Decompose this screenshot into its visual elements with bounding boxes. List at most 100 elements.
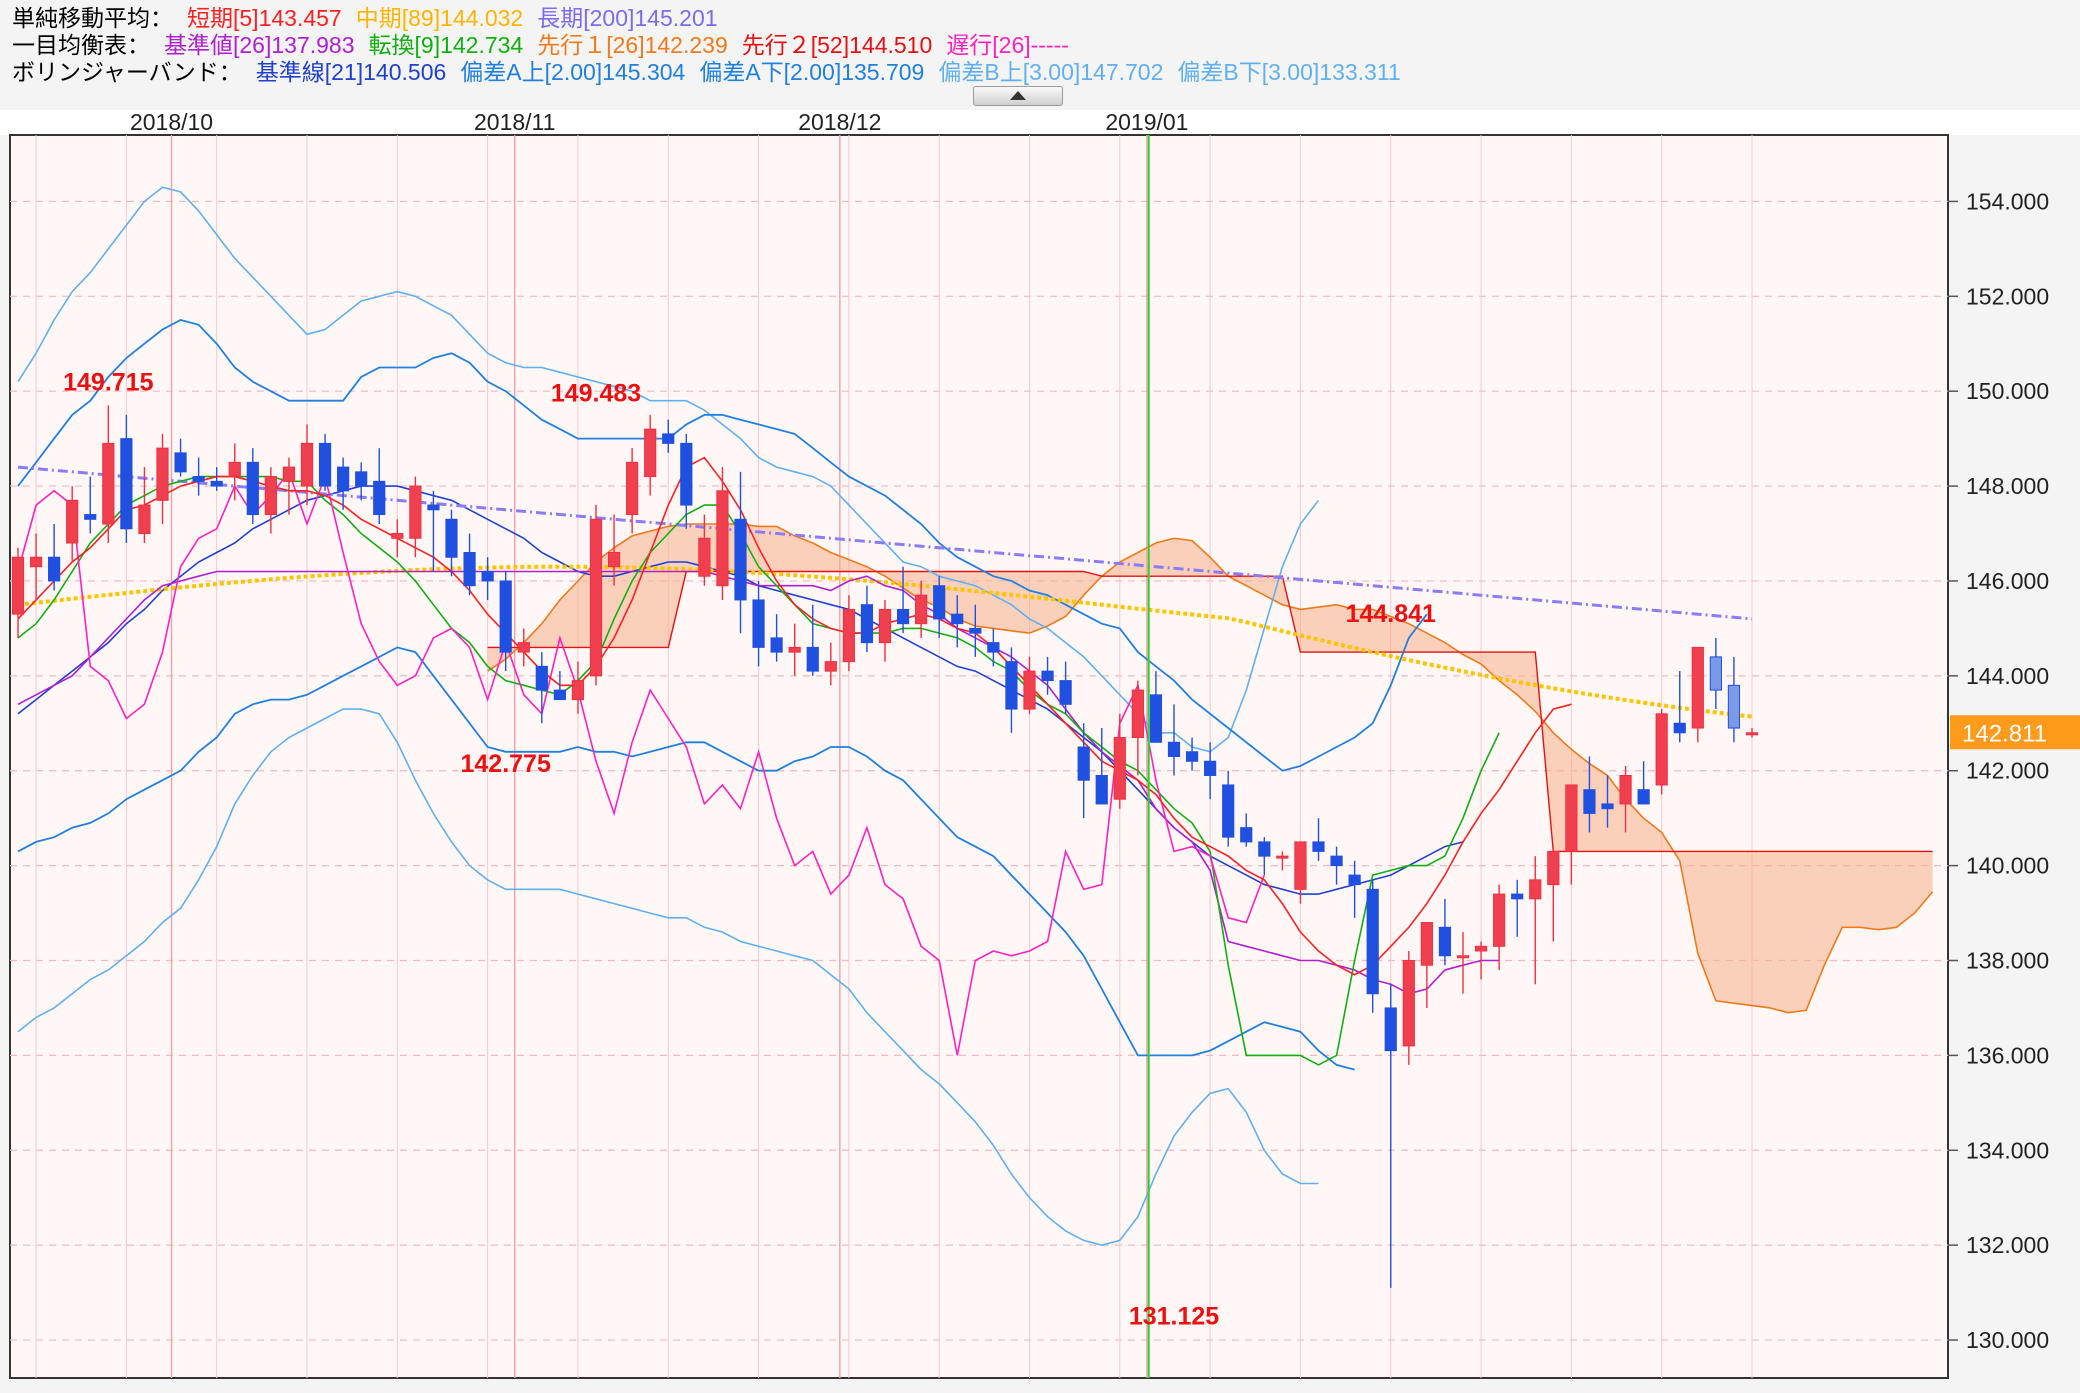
candle-up [1529,879,1542,900]
current-price-label: 142.811 [1962,720,2047,747]
candle-up [607,551,621,568]
candle-up [11,556,25,615]
candle-down [951,613,964,625]
candle-up [1402,960,1415,1047]
candle-up [1691,646,1704,729]
candle-up [517,642,530,653]
date-axis-strip [0,110,2080,135]
y-tick-label: 150.000 [1966,378,2049,404]
y-tick-label: 138.000 [1966,948,2049,974]
candle-down [1240,827,1253,843]
candle-up [644,428,657,478]
candle-down [1258,841,1271,857]
candle-up [29,556,43,568]
candle-down [1511,893,1524,900]
candle-down [662,433,675,444]
candle-down [535,665,548,691]
y-tick-label: 136.000 [1966,1042,2049,1068]
candle-down [1312,841,1325,852]
candle-down [1601,803,1614,810]
candle-down [1673,722,1686,734]
candle-up [915,594,928,625]
candle-down [210,480,223,487]
candle-up [878,608,892,644]
candle-up [1547,850,1560,886]
candle-down [987,642,1000,653]
candle-up [156,447,169,501]
y-tick-label: 144.000 [1966,663,2049,689]
candle-up [1294,841,1307,890]
price-annotation: 149.483 [551,380,641,408]
candle-up [1420,922,1433,966]
candle-up [1113,737,1126,800]
candle-up [409,485,422,539]
legend-label-bollinger: ボリンジャーバンド： [12,59,242,85]
candle-down [1583,789,1596,814]
candle-down [1204,760,1217,776]
candle-up [1493,893,1506,947]
candle-down [1041,670,1054,682]
candle-down [1095,774,1108,805]
candle-up [1456,955,1470,959]
candle-down [427,504,440,511]
candle-down [1149,694,1163,743]
month-label: 2018/10 [130,110,213,135]
chart-frame: 130.000 132.000 134.000 136.000 138.000 140.0… [0,109,2080,1388]
candle-down [1077,746,1090,781]
collapse-legend-button[interactable] [973,86,1063,106]
month-label: 2019/01 [1105,110,1188,135]
candle-up [1131,689,1144,739]
candle-down [860,604,874,644]
candle-up [391,533,404,539]
candle-down [192,476,205,482]
candle-down [445,518,458,558]
candle-down [1330,855,1343,867]
month-label: 2018/12 [798,110,881,135]
y-tick-label: 140.000 [1966,853,2049,879]
candle-up [842,608,855,663]
legend-ichimoku-senkou1: 先行１[26]142.239 [537,32,728,58]
y-tick-label: 148.000 [1966,473,2049,499]
legend-bollinger-mid: 基準線[21]140.506 [255,59,447,85]
candle-up [626,461,639,516]
candle-down [174,452,187,473]
candle-down [481,570,494,582]
candle-up [1276,855,1289,859]
month-label: 2018/11 [474,110,555,135]
legend-label-sma: 単純移動平均： [12,5,173,31]
candle-down [1167,741,1181,757]
candle-up [589,518,603,677]
candle-down [499,580,512,653]
legend-bollinger-a-down: 偏差A下[2.00]135.709 [699,59,925,85]
candle-down [1384,1007,1397,1052]
candle-down [1438,926,1452,957]
candle-down [752,599,765,648]
legend-bollinger-a-up: 偏差A上[2.00]145.304 [460,59,686,85]
candle-up [571,680,585,701]
candle-down [896,608,910,625]
price-annotation: 131.125 [1129,1303,1219,1331]
candle-up [300,442,314,487]
candle-up [1565,784,1578,852]
legend-bollinger-b-up: 偏差B上[3.00]147.702 [938,59,1164,85]
price-annotation: 144.841 [1346,600,1436,628]
candle-up [138,504,151,535]
candle-up [824,661,837,672]
legend-row-sma: 単純移動平均： 短期[5]143.457 中期[89]144.032 長期[200]1… [12,3,732,33]
y-tick-label: 146.000 [1966,568,2049,594]
candle-up [698,537,711,577]
y-tick-label: 134.000 [1966,1137,2049,1163]
candle-up [1474,945,1488,952]
y-tick-label: 154.000 [1966,188,2049,214]
candle-down [806,646,819,672]
candle-down [1222,784,1235,838]
legend-row-ichimoku: 一目均衡表： 基準値[26]137.983 転換[9]142.734 先行１[26]1… [12,30,1083,60]
candle-down [1366,888,1379,995]
candlestick-chart[interactable]: 130.000 132.000 134.000 136.000 138.000 140.0… [0,109,2080,1388]
candle-up [1655,713,1668,786]
candle-down [1059,680,1072,705]
y-tick-label: 142.000 [1966,758,2049,784]
candle-up [282,466,296,482]
candle-up [66,499,79,544]
legend-row-bollinger: ボリンジャーバンド： 基準線[21]140.506 偏差A上[2.00]145.30… [12,57,1415,87]
